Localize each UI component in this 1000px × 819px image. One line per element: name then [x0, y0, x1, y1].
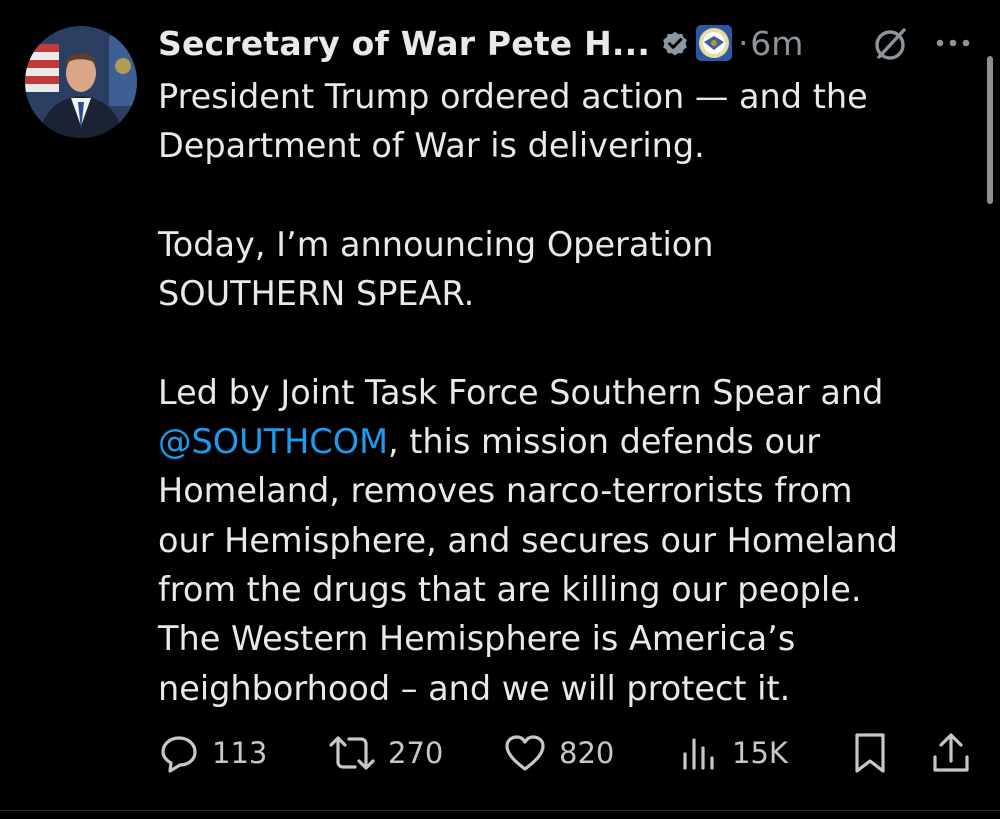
action-bar: 113 270 820 15K — [158, 728, 978, 778]
body-line: from the drugs that are killing our peop… — [158, 569, 862, 609]
body-line: Homeland, removes narco-terrorists from — [158, 471, 853, 511]
body-line: Today, I’m announcing Operation — [158, 224, 714, 264]
verified-badge-icon[interactable] — [660, 28, 690, 58]
view-count: 15K — [732, 736, 788, 770]
department-seal-icon[interactable] — [694, 23, 734, 63]
timestamp[interactable]: 6m — [750, 24, 803, 63]
more-icon[interactable] — [931, 24, 975, 64]
post-body: President Trump ordered action — and the… — [158, 72, 988, 713]
reply-button[interactable]: 113 — [158, 728, 267, 778]
repost-icon — [328, 732, 376, 774]
body-line: SOUTHERN SPEAR. — [158, 274, 475, 314]
post[interactable]: Secretary of War Pete H... · 6m Presiden… — [0, 0, 1000, 811]
body-line: @SOUTHCOM, this mission defends our — [158, 417, 988, 466]
mention-link[interactable]: @SOUTHCOM — [158, 422, 388, 461]
post-header: Secretary of War Pete H... · 6m — [158, 18, 988, 68]
body-line: neighborhood – and we will protect it. — [158, 668, 791, 708]
reply-count: 113 — [212, 736, 268, 770]
heart-icon — [503, 732, 547, 774]
views-icon — [680, 732, 720, 774]
repost-count: 270 — [388, 736, 444, 770]
body-line: Department of War is delivering. — [158, 126, 705, 166]
reply-icon — [158, 732, 200, 774]
grok-icon[interactable] — [870, 24, 910, 64]
profile-photo — [25, 26, 137, 138]
bookmark-icon — [852, 731, 888, 775]
share-button[interactable] — [930, 728, 972, 778]
body-line: our Hemisphere, and secures our Homeland — [158, 520, 898, 560]
body-line: President Trump ordered action — and the — [158, 77, 868, 116]
divider — [0, 810, 1000, 811]
repost-button[interactable]: 270 — [328, 728, 443, 778]
like-button[interactable]: 820 — [503, 728, 614, 778]
bookmark-button[interactable] — [852, 728, 888, 778]
like-count: 820 — [559, 736, 615, 770]
share-icon — [930, 731, 972, 775]
body-text-fragment: , this mission defends our — [387, 422, 820, 462]
views-button[interactable]: 15K — [680, 728, 788, 778]
avatar[interactable] — [25, 26, 137, 138]
separator-dot: · — [738, 24, 749, 62]
display-name[interactable]: Secretary of War Pete H... — [158, 24, 650, 63]
body-line: Led by Joint Task Force Southern Spear a… — [158, 372, 884, 412]
body-line: The Western Hemisphere is America’s — [158, 619, 796, 659]
